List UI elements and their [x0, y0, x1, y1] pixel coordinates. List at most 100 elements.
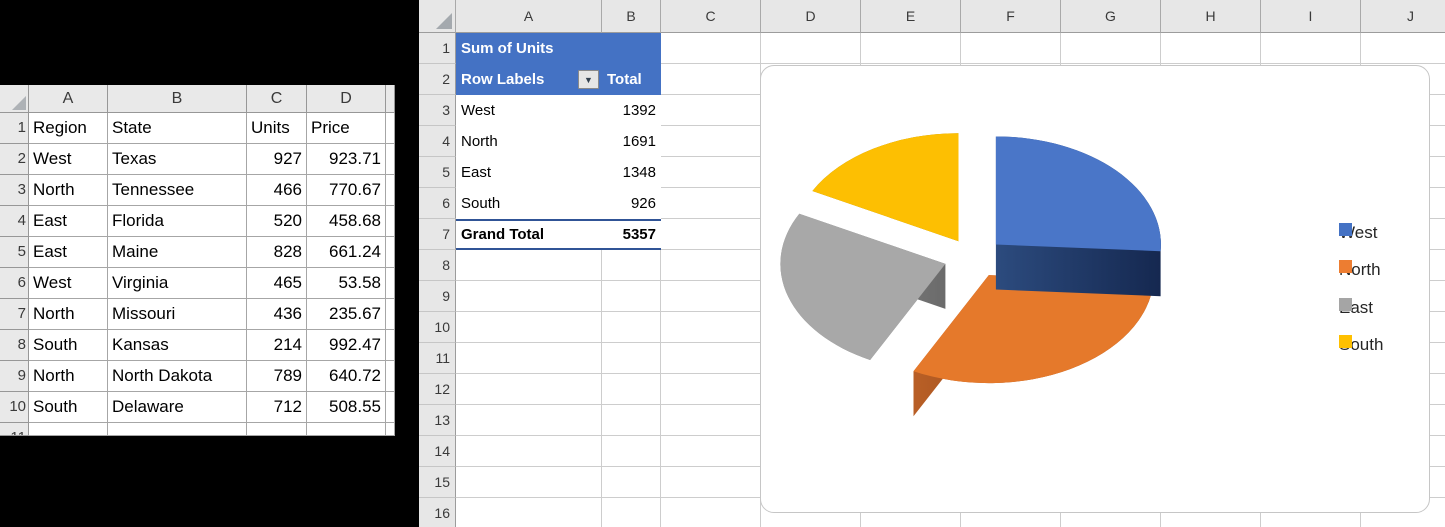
table-cell[interactable]: 436 [247, 299, 307, 330]
table-cell[interactable]: Tennessee [108, 175, 247, 206]
column-header[interactable]: E [861, 0, 961, 33]
column-header[interactable]: I [1261, 0, 1361, 33]
table-cell[interactable]: 53.58 [307, 268, 386, 299]
row-header[interactable]: 3 [0, 175, 29, 206]
column-header[interactable]: D [307, 85, 386, 113]
table-cell[interactable]: 465 [247, 268, 307, 299]
filter-dropdown-button[interactable]: ▼ [578, 70, 599, 89]
row-header[interactable]: 9 [0, 361, 29, 392]
table-cell[interactable]: Virginia [108, 268, 247, 299]
row-header[interactable]: 16 [419, 498, 456, 527]
pivot-row-label[interactable]: East [456, 164, 602, 181]
column-header[interactable]: C [661, 0, 761, 33]
select-all-corner[interactable] [0, 85, 29, 113]
table-cell[interactable]: Price [307, 113, 386, 144]
table-cell[interactable]: Delaware [108, 392, 247, 423]
legend-item-west[interactable]: West [1339, 223, 1377, 243]
select-all-corner[interactable] [419, 0, 456, 33]
table-cell[interactable]: 712 [247, 392, 307, 423]
legend-item-north[interactable]: North [1339, 260, 1381, 280]
pie-chart-frame[interactable]: West North East South [760, 65, 1430, 513]
table-cell[interactable]: 770.67 [307, 175, 386, 206]
column-header[interactable]: C [247, 85, 307, 113]
pivot-row-value[interactable]: 1392 [602, 102, 661, 119]
row-header[interactable]: 2 [419, 64, 456, 95]
pivot-row-value[interactable]: 926 [602, 195, 661, 212]
column-header[interactable]: A [29, 85, 108, 113]
grand-total-label[interactable]: Grand Total [456, 226, 602, 243]
row-header[interactable]: 12 [419, 374, 456, 405]
table-cell[interactable]: Maine [108, 237, 247, 268]
pie-slice-north[interactable] [914, 275, 1154, 428]
pivot-title-cell[interactable]: Sum of Units [456, 33, 661, 64]
row-header[interactable]: 13 [419, 405, 456, 436]
row-header[interactable]: 11 [419, 343, 456, 374]
table-cell[interactable]: 789 [247, 361, 307, 392]
row-header[interactable]: 10 [419, 312, 456, 343]
table-cell[interactable]: Texas [108, 144, 247, 175]
row-header[interactable]: 6 [0, 268, 29, 299]
pivot-row-value[interactable]: 1348 [602, 164, 661, 181]
table-cell[interactable]: Florida [108, 206, 247, 237]
table-cell[interactable]: East [29, 206, 108, 237]
row-header[interactable]: 1 [0, 113, 29, 144]
table-cell[interactable]: 520 [247, 206, 307, 237]
row-header[interactable]: 9 [419, 281, 456, 312]
column-header[interactable]: F [961, 0, 1061, 33]
column-header[interactable]: G [1061, 0, 1161, 33]
pivot-row-label[interactable]: North [456, 133, 602, 150]
table-cell[interactable]: 923.71 [307, 144, 386, 175]
table-cell[interactable]: 508.55 [307, 392, 386, 423]
row-header[interactable]: 1 [419, 33, 456, 64]
column-header[interactable]: B [108, 85, 247, 113]
row-header[interactable]: 4 [0, 206, 29, 237]
table-cell[interactable]: West [29, 268, 108, 299]
table-cell[interactable]: South [29, 330, 108, 361]
row-header[interactable]: 10 [0, 392, 29, 423]
pivot-row-label[interactable]: West [456, 102, 602, 119]
row-header[interactable]: 15 [419, 467, 456, 498]
row-header[interactable]: 4 [419, 126, 456, 157]
legend-item-south[interactable]: South [1339, 335, 1383, 355]
legend-item-east[interactable]: East [1339, 298, 1373, 318]
row-header[interactable]: 7 [419, 219, 456, 250]
row-header[interactable]: 5 [0, 237, 29, 268]
table-cell[interactable]: State [108, 113, 247, 144]
table-cell[interactable]: 214 [247, 330, 307, 361]
table-cell[interactable]: West [29, 144, 108, 175]
row-header[interactable]: 5 [419, 157, 456, 188]
table-cell[interactable]: 235.67 [307, 299, 386, 330]
table-cell[interactable]: 927 [247, 144, 307, 175]
table-cell[interactable]: North [29, 299, 108, 330]
table-cell[interactable]: Units [247, 113, 307, 144]
table-cell[interactable]: Kansas [108, 330, 247, 361]
row-header[interactable]: 2 [0, 144, 29, 175]
table-cell[interactable]: 828 [247, 237, 307, 268]
row-header[interactable]: 3 [419, 95, 456, 126]
row-labels-header-cell[interactable]: Row Labels ▼ [456, 70, 602, 89]
row-header[interactable]: 8 [0, 330, 29, 361]
row-header[interactable]: 6 [419, 188, 456, 219]
grand-total-value[interactable]: 5357 [602, 226, 661, 243]
pie-slice-west[interactable] [996, 137, 1161, 297]
column-header[interactable]: B [602, 0, 661, 33]
table-cell[interactable]: 992.47 [307, 330, 386, 361]
table-cell[interactable]: South [29, 392, 108, 423]
column-header[interactable]: H [1161, 0, 1261, 33]
table-cell[interactable]: North Dakota [108, 361, 247, 392]
table-cell[interactable]: 661.24 [307, 237, 386, 268]
row-header[interactable]: 8 [419, 250, 456, 281]
table-cell[interactable]: East [29, 237, 108, 268]
table-cell[interactable]: 466 [247, 175, 307, 206]
table-cell[interactable]: 458.68 [307, 206, 386, 237]
table-cell[interactable]: North [29, 175, 108, 206]
pivot-row-value[interactable]: 1691 [602, 133, 661, 150]
column-header[interactable]: A [456, 0, 602, 33]
row-header[interactable]: 14 [419, 436, 456, 467]
row-header[interactable]: 7 [0, 299, 29, 330]
column-header[interactable]: D [761, 0, 861, 33]
table-cell[interactable]: Missouri [108, 299, 247, 330]
row-header[interactable]: 11 [0, 423, 29, 436]
table-cell[interactable]: 640.72 [307, 361, 386, 392]
column-header[interactable]: J [1361, 0, 1445, 33]
